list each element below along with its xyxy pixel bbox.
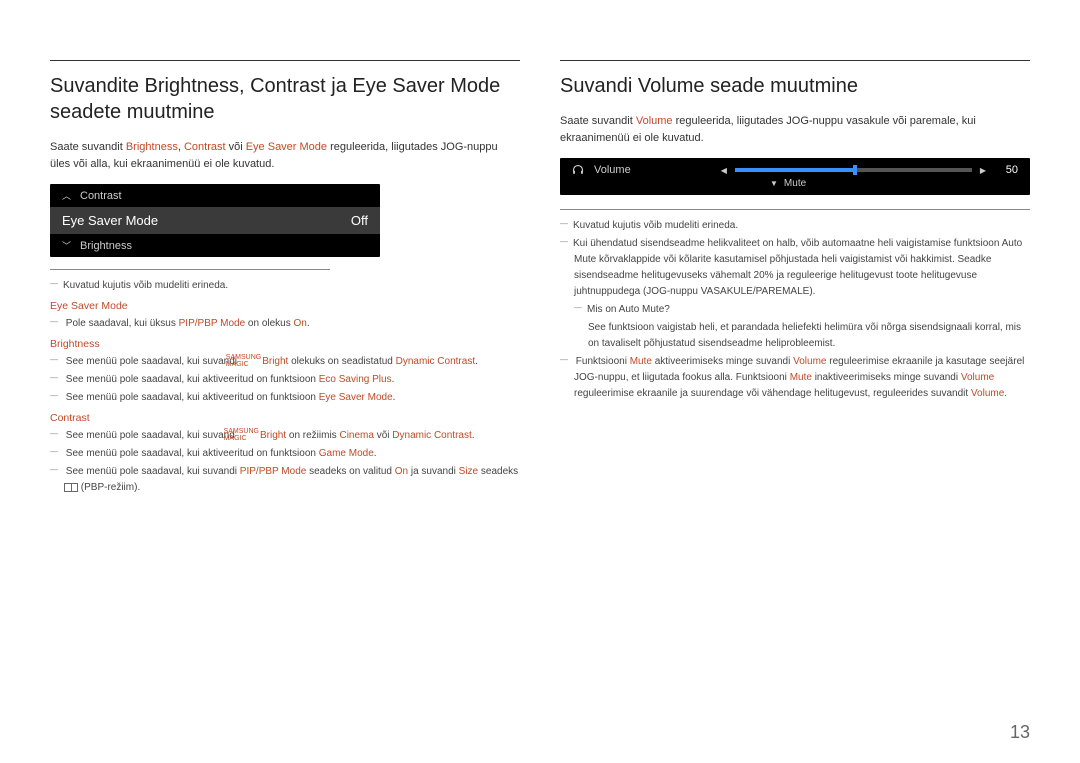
- mute-label: Mute: [784, 178, 806, 189]
- chevron-up-icon: ︿: [62, 189, 72, 202]
- osd-row-up: ︿ Contrast: [50, 184, 380, 207]
- section-eye-saver: Eye Saver Mode: [50, 300, 520, 312]
- osd-row-current: Eye Saver Mode Off: [50, 207, 380, 234]
- chevron-down-icon: ﹀: [62, 239, 72, 252]
- volume-slider: [735, 168, 972, 172]
- intro-right: Saate suvandit Volume reguleerida, liigu…: [560, 113, 1030, 146]
- note-sub-body: See funktsioon vaigistab heli, et parand…: [560, 320, 1030, 352]
- section-brightness: Brightness: [50, 338, 520, 350]
- heading-right: Suvandi Volume seade muutmine: [560, 73, 1030, 99]
- osd-volume-panel: Volume ◀ ▶ 50 ▼ Mute: [560, 158, 1030, 195]
- note: See menüü pole saadaval, kui aktiveeritu…: [50, 446, 520, 462]
- note: See menüü pole saadaval, kui aktiveeritu…: [50, 372, 520, 388]
- note: See menüü pole saadaval, kui suvandi SAM…: [50, 354, 520, 370]
- samsung-magic-icon: SAMSUNGMAGIC: [238, 428, 259, 442]
- page-number: 13: [1010, 722, 1030, 743]
- osd-row-down: ﹀ Brightness: [50, 234, 380, 257]
- osd-panel: ︿ Contrast Eye Saver Mode Off ﹀ Brightne…: [50, 184, 380, 257]
- note: Kui ühendatud sisendseadme helikvaliteet…: [560, 236, 1030, 300]
- headphone-icon: [572, 164, 584, 176]
- note: Pole saadaval, kui üksus PIP/PBP Mode on…: [50, 316, 520, 332]
- heading-left: Suvandite Brightness, Contrast ja Eye Sa…: [50, 73, 520, 125]
- note-sub: Mis on Auto Mute?: [560, 302, 1030, 318]
- volume-label: Volume: [594, 164, 631, 176]
- triangle-down-icon: ▼: [770, 179, 778, 188]
- note: See menüü pole saadaval, kui suvand SAMS…: [50, 428, 520, 444]
- section-contrast: Contrast: [50, 412, 520, 424]
- intro-left: Saate suvandit Brightness, Contrast või …: [50, 139, 520, 172]
- note-disclaimer: Kuvatud kujutis võib mudeliti erineda.: [50, 278, 520, 294]
- triangle-right-icon: ▶: [980, 166, 986, 175]
- pbp-icon: [64, 483, 78, 492]
- note: See menüü pole saadaval, kui aktiveeritu…: [50, 390, 520, 406]
- volume-value: 50: [994, 164, 1018, 176]
- note: See menüü pole saadaval, kui suvandi PIP…: [50, 464, 520, 496]
- samsung-magic-icon: SAMSUNGMAGIC: [240, 354, 261, 368]
- triangle-left-icon: ◀: [721, 166, 727, 175]
- note: Funktsiooni Mute aktiveerimiseks minge s…: [560, 354, 1030, 402]
- note-disclaimer-right: Kuvatud kujutis võib mudeliti erineda.: [560, 218, 1030, 234]
